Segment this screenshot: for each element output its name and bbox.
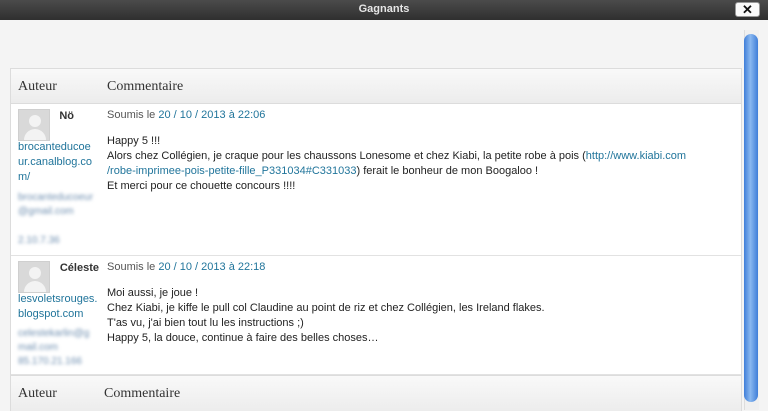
kiabi-link[interactable]: http://www.kiabi.com [586,150,686,162]
comment-line: Alors chez Collégien, je craque pour les… [107,150,586,162]
kiabi-link-continued[interactable]: /robe-imprimee-pois-petite-fille_P331034… [107,165,356,177]
author-email: celestekarlin@gmail.com [18,328,90,353]
column-footer-comment[interactable]: Commentaire [104,386,180,402]
close-icon: ✕ [742,2,753,17]
comment-body: Moi aussi, je joue ! Chez Kiabi, je kiff… [107,286,717,346]
comment-body: Happy 5 !!! Alors chez Collégien, je cra… [107,134,717,194]
table-header: Auteur Commentaire [11,69,741,104]
comment-meta: Soumis le 20 / 10 / 2013 à 22:06 [107,109,265,121]
author-email: brocanteducoeur@gmail.com [18,192,94,217]
author-url-link[interactable]: lesvoletsrouges.blogspot.com [18,292,100,322]
comment-line: Et merci pour ce chouette concours !!!! [107,180,296,192]
column-header-comment[interactable]: Commentaire [107,79,183,95]
scrollbar-thumb[interactable] [744,34,758,402]
window-title: Gagnants [358,3,410,15]
comments-table: Auteur Commentaire Nö brocanteducoeur.ca… [10,68,742,411]
comment-line: T'as vu, j'ai bien tout lu les instructi… [107,317,304,329]
comment-line: Happy 5, la douce, continue à faire des … [107,332,379,344]
comment-date-link[interactable]: 20 / 10 / 2013 à 22:06 [158,109,265,121]
comment-line: Moi aussi, je joue ! [107,287,199,299]
close-button[interactable]: ✕ [735,2,760,17]
column-footer-author[interactable]: Auteur [18,386,57,402]
comment-date-link[interactable]: 20 / 10 / 2013 à 22:18 [158,261,265,273]
comment-line: Chez Kiabi, je kiffe le pull col Claudin… [107,302,545,314]
submitted-label: Soumis le [107,261,156,273]
table-row: Céleste lesvoletsrouges.blogspot.com cel… [11,256,741,375]
comment-line: ) ferait le bonheur de mon Boogaloo ! [356,165,539,177]
window-titlebar: Gagnants ✕ [0,0,768,20]
author-ip: 2.10.7.36 [18,235,60,246]
comment-meta: Soumis le 20 / 10 / 2013 à 22:18 [107,261,265,273]
table-footer: Auteur Commentaire [11,375,741,411]
author-url-link[interactable]: brocanteducoeur.canalblog.com/ [18,140,96,185]
table-row: Nö brocanteducoeur.canalblog.com/ brocan… [11,104,741,256]
comment-author: Nö [59,110,74,122]
column-header-author[interactable]: Auteur [18,79,57,95]
submitted-label: Soumis le [107,109,156,121]
comment-line: Happy 5 !!! [107,135,161,147]
author-ip: 85.170.21.166 [18,356,82,367]
comment-author: Céleste [59,262,99,274]
